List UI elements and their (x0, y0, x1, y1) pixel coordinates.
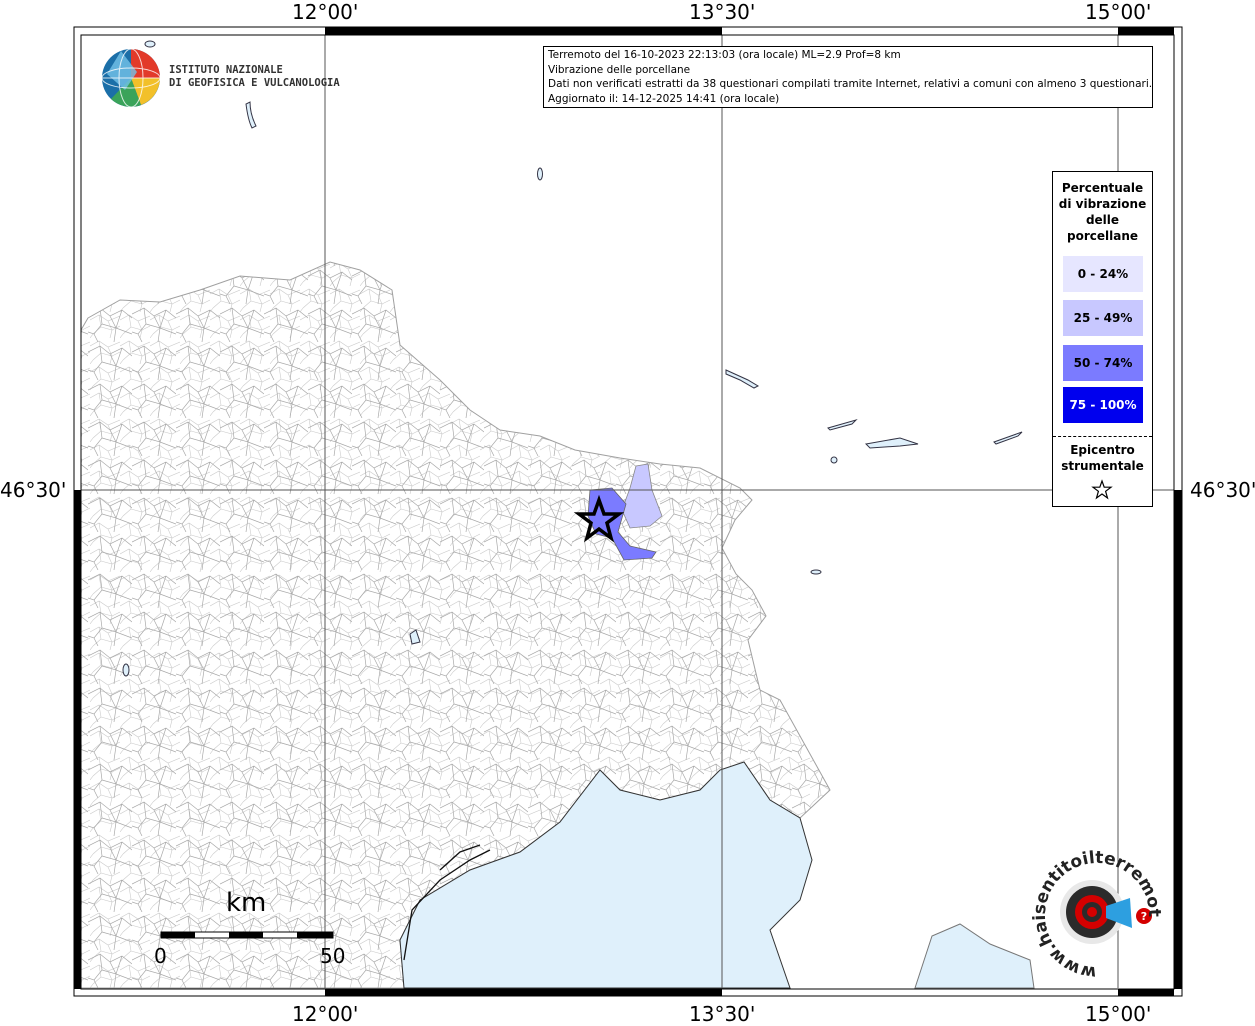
legend-title-line: delle (1085, 213, 1120, 227)
scalebar-unit: km (226, 888, 267, 918)
scalebar (160, 931, 334, 939)
legend-title-line: porcellane (1066, 229, 1138, 243)
ingv-globe-icon (101, 48, 161, 108)
update-time: Aggiornato il: 14-12-2025 14:41 (ora loc… (548, 92, 780, 105)
legend-class-0-24: 0 - 24% (1063, 256, 1143, 292)
axis-label-bottom-2: 13°30' (689, 1002, 756, 1026)
axis-label-bottom-3: 15°00' (1085, 1002, 1152, 1026)
axis-label-left: 46°30' (0, 478, 67, 502)
star-icon (1091, 479, 1113, 500)
brand-text: www.haisentitoilterremoto.it (1022, 840, 1164, 982)
ingv-line-1: ISTITUTO NAZIONALE (169, 64, 283, 76)
event-info-box: Terremoto del 16-10-2023 22:13:03 (ora l… (543, 46, 1153, 108)
legend: Percentuale di vibrazione delle porcella… (1052, 171, 1153, 507)
axis-label-right: 46°30' (1190, 478, 1255, 502)
effect-type: Vibrazione delle porcellane (548, 63, 691, 76)
scalebar-end: 50 (320, 944, 346, 968)
legend-separator (1053, 436, 1152, 437)
brand-logo: www.haisentitoilterremoto.it (1022, 840, 1164, 982)
epicenter-title-line: strumentale (1061, 459, 1144, 473)
legend-class-25-49: 25 - 49% (1063, 300, 1143, 336)
axis-label-top-1: 12°00' (292, 0, 359, 24)
axis-label-bottom-1: 12°00' (292, 1002, 359, 1026)
event-title: Terremoto del 16-10-2023 22:13:03 (ora l… (548, 49, 901, 61)
legend-title-line: Percentuale (1061, 181, 1144, 195)
scalebar-start: 0 (154, 944, 167, 968)
epicenter-legend-title: Epicentro strumentale (1053, 442, 1152, 474)
epicenter-title-line: Epicentro (1070, 443, 1135, 457)
legend-class-50-74: 50 - 74% (1063, 345, 1143, 381)
data-note: Dati non verificati estratti da 38 quest… (548, 78, 1153, 91)
axis-label-top-3: 15°00' (1085, 0, 1152, 24)
axis-label-top-2: 13°30' (689, 0, 756, 24)
legend-title: Percentuale di vibrazione delle porcella… (1053, 180, 1152, 244)
legend-title-line: di vibrazione (1058, 197, 1147, 211)
legend-class-75-100: 75 - 100% (1063, 387, 1143, 423)
ingv-line-2: DI GEOFISICA E VULCANOLOGIA (169, 77, 340, 89)
ingv-logo-text: ISTITUTO NAZIONALE DI GEOFISICA E VULCAN… (169, 64, 340, 90)
